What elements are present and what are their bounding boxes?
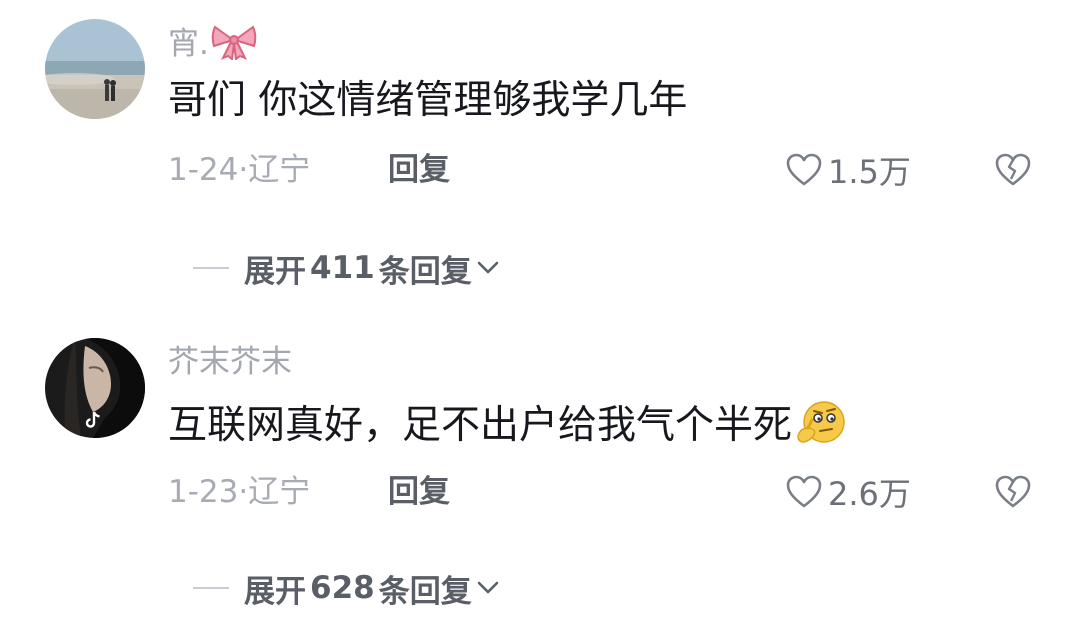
comment-meta: 1-24·辽宁: [168, 150, 310, 190]
expand-prefix: 展开: [244, 253, 306, 290]
avatar-beach-image: [45, 19, 145, 119]
like-count: 2.6万: [828, 475, 911, 513]
like-button[interactable]: 2.6万: [786, 472, 911, 513]
broken-heart-icon: [995, 153, 1031, 186]
expand-suffix: 条回复: [378, 253, 472, 290]
comment-location: 辽宁: [248, 474, 311, 510]
comment-text-body: 互联网真好，足不出户给我气个半死: [168, 403, 793, 448]
reply-count: 411: [310, 250, 375, 286]
like-count: 1.5万: [828, 153, 911, 191]
tiktok-icon: [81, 408, 105, 432]
chevron-down-icon: [477, 261, 499, 274]
comment-username[interactable]: 芥末芥末: [168, 342, 292, 382]
divider-line: [193, 587, 229, 589]
comment-date: 1-23: [168, 474, 239, 510]
avatar[interactable]: [45, 19, 145, 119]
reply-count: 628: [310, 570, 375, 606]
thinking-face-emoji: [794, 398, 848, 461]
bow-icon: [211, 22, 257, 70]
reply-button[interactable]: 回复: [388, 472, 450, 512]
comment-location: 辽宁: [248, 152, 311, 188]
dislike-button[interactable]: [994, 152, 1032, 192]
like-button[interactable]: 1.5万: [786, 150, 911, 191]
reply-button[interactable]: 回复: [388, 150, 450, 190]
comment-meta: 1-23·辽宁: [168, 472, 310, 512]
divider-line: [193, 267, 229, 269]
broken-heart-icon: [995, 475, 1031, 508]
meta-dot: ·: [238, 474, 249, 510]
expand-prefix: 展开: [244, 573, 306, 610]
expand-replies-button[interactable]: 展开 628 条回复: [193, 566, 500, 610]
chevron-down-icon: [477, 581, 499, 594]
meta-dot: ·: [238, 152, 249, 188]
comment-item: 宵. 哥们 你这情绪管理够我学几年 1-24·辽宁 回复 1.5万 展开 411 条…: [0, 0, 1080, 300]
username-text: 宵.: [168, 26, 209, 62]
expand-replies-button[interactable]: 展开 411 条回复: [193, 246, 500, 290]
comment-date: 1-24: [168, 152, 239, 188]
heart-icon: [786, 153, 822, 186]
dislike-button[interactable]: [994, 474, 1032, 514]
avatar[interactable]: [45, 338, 145, 438]
comment-item: 芥末芥末 互联网真好，足不出户给我气个半死 1-23·辽宁 回复 2.6万 展开…: [0, 300, 1080, 624]
comment-text: 互联网真好，足不出户给我气个半死: [168, 398, 848, 461]
expand-suffix: 条回复: [378, 573, 472, 610]
heart-icon: [786, 475, 822, 508]
comment-text: 哥们 你这情绪管理够我学几年: [168, 78, 688, 123]
comment-username[interactable]: 宵.: [168, 22, 257, 70]
